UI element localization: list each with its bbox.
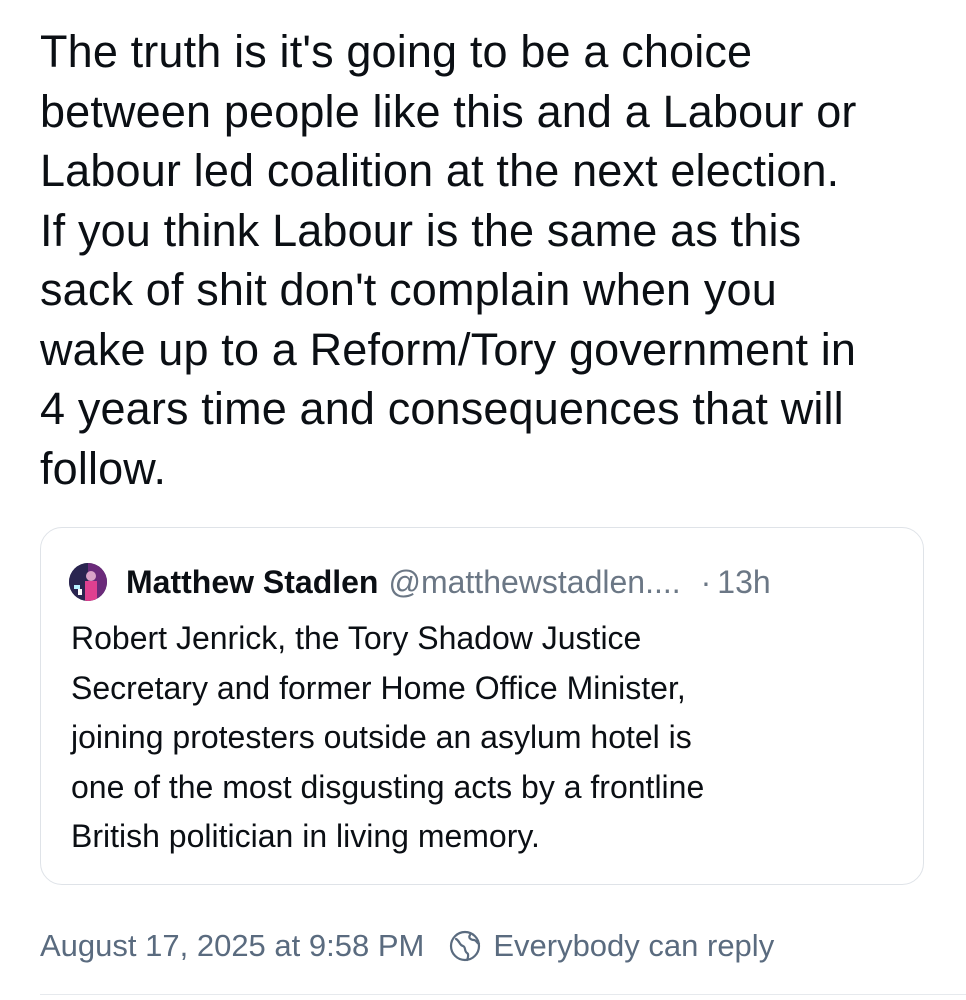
quoted-author-handle[interactable]: @matthewstadlen.... bbox=[388, 564, 680, 601]
separator-dot: · bbox=[700, 563, 712, 600]
quoted-post-header: Matthew Stadlen @matthewstadlen.... · 13… bbox=[69, 562, 899, 602]
post-text: The truth is it's going to be a choice b… bbox=[40, 26, 857, 494]
quoted-post-card[interactable]: Matthew Stadlen @matthewstadlen.... · 13… bbox=[40, 527, 924, 885]
divider bbox=[40, 994, 966, 995]
post-timestamp: August 17, 2025 at 9:58 PM bbox=[40, 928, 425, 963]
quoted-post-text: Robert Jenrick, the Tory Shadow Justice … bbox=[71, 620, 705, 854]
post-footer: August 17, 2025 at 9:58 PM Everybody can… bbox=[40, 924, 774, 968]
author-avatar[interactable] bbox=[69, 563, 107, 601]
reply-setting-link[interactable]: Everybody can reply bbox=[493, 928, 774, 964]
quoted-author-name[interactable]: Matthew Stadlen bbox=[126, 564, 378, 601]
quoted-post-time[interactable]: 13h bbox=[717, 564, 770, 601]
globe-icon[interactable] bbox=[448, 929, 482, 963]
